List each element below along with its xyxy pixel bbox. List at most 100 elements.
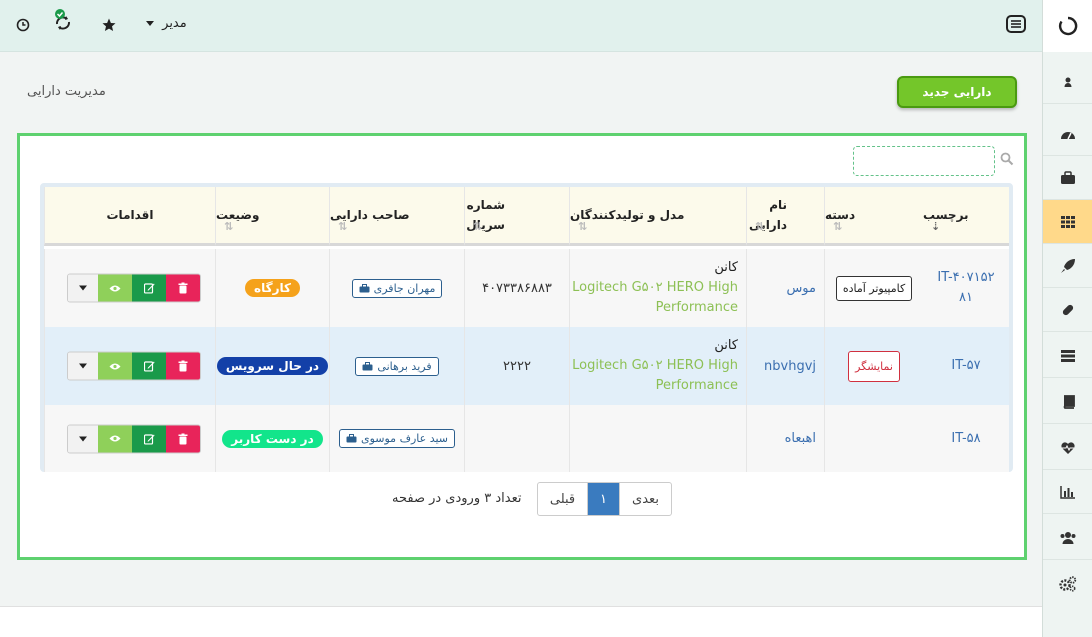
grid-icon[interactable] [1043,200,1092,244]
column-header-category[interactable]: دسته ⇅ [824,187,923,246]
sort-icon[interactable]: ⇅ [473,217,482,237]
app-logo[interactable] [1043,0,1092,52]
sync-icon[interactable] [52,9,74,32]
model-text: Logitech G۵۰۲ HERO High Performance [572,280,738,315]
more-dropdown-button[interactable] [68,425,98,452]
model-cell: کانن Logitech G۵۰۲ HERO High Performance [569,249,746,327]
user-icon[interactable] [1043,60,1092,104]
view-button[interactable] [98,425,132,452]
table-row: در دست کاربر سید عارف موسوی اهبعاه IT-۵۸ [44,405,1009,472]
sort-icon[interactable]: ⇣ [931,217,940,237]
column-header-tag[interactable]: برچسب ⇣ [923,187,1009,246]
view-button[interactable] [98,352,132,380]
book-icon[interactable] [1043,380,1092,424]
menu-icon[interactable] [1006,15,1028,35]
column-header-label: برچسب [923,208,969,222]
side-rail [1042,0,1092,637]
category-cell [824,405,923,472]
row-actions [67,351,201,381]
delete-button[interactable] [166,425,200,452]
prev-page-button[interactable]: قبلی [538,483,588,515]
category-badge: نمایشگر [848,350,900,382]
brand-text: کانن [714,260,738,275]
delete-button[interactable] [166,274,200,302]
dashboard-icon[interactable] [1043,112,1092,156]
star-icon[interactable] [98,14,120,36]
cogs-icon[interactable] [1043,562,1092,606]
current-page-button[interactable]: ۱ [588,483,619,515]
asset-tag-link[interactable]: IT-۴۰۷۱۵۲۸۱ [936,268,996,308]
sort-icon[interactable]: ⇅ [833,217,842,237]
status-badge: در حال سرویس [216,357,329,375]
search-input[interactable] [853,146,995,176]
owner-badge[interactable]: مهران جافری [351,278,443,298]
column-header-label: وضیعت [216,208,260,222]
status-cell: در دست کاربر [215,405,329,472]
owner-badge[interactable]: فرید برهانی [355,356,439,376]
next-page-button[interactable]: بعدی [619,483,671,515]
actions-cell [44,327,215,405]
server-icon[interactable] [1043,334,1092,378]
column-header-status[interactable]: وضیعت ⇅ [215,187,329,246]
new-asset-button[interactable]: دارایی جدید [897,76,1017,108]
users-icon[interactable] [1043,516,1092,560]
edit-button[interactable] [132,274,166,302]
column-header-label: اقدامات [106,208,154,222]
asset-tag-link[interactable]: IT-۵۸ [951,429,980,449]
briefcase-icon[interactable] [1043,156,1092,200]
briefcase-icon [346,434,357,443]
serial-cell: ۲۲۲۲ [464,327,569,405]
entries-info: تعداد ۳ ورودی در صفحه [392,491,522,506]
owner-name: فرید برهانی [377,359,432,373]
tag-cell: IT-۴۰۷۱۵۲۸۱ [923,249,1009,327]
delete-button[interactable] [166,352,200,380]
view-button[interactable] [98,274,132,302]
serial-cell: ۴۰۷۳۳۸۶۸۸۳ [464,249,569,327]
owner-cell: فرید برهانی [329,327,464,405]
search-icon [1000,152,1014,166]
brand-text: کانن [714,338,738,353]
more-dropdown-button[interactable] [68,274,98,302]
column-header-serial[interactable]: شماره سریال ⇅ [464,187,569,246]
category-badge: کامپیوتر آماده [835,275,913,301]
column-header-actions[interactable]: اقدامات [44,187,215,246]
asset-name-link[interactable]: اهبعاه [785,431,816,446]
heartbeat-icon[interactable] [1043,426,1092,470]
column-header-owner[interactable]: صاحب دارایی ⇅ [329,187,464,246]
column-header-label: نام دارایی [749,198,787,232]
status-cell: در حال سرویس [215,327,329,405]
asset-name-link[interactable]: موس [786,281,816,296]
sort-icon[interactable]: ⇅ [338,217,347,237]
pill-icon[interactable] [1043,288,1092,332]
clock-icon[interactable] [12,14,34,36]
sort-icon[interactable]: ⇅ [578,217,587,237]
sort-icon[interactable]: ⇅ [224,217,233,237]
tag-cell: IT-۵۷ [923,327,1009,405]
owner-badge[interactable]: سید عارف موسوی [338,429,456,448]
rocket-icon[interactable] [1043,244,1092,288]
row-actions [67,424,201,453]
name-cell: nbvhgvj [746,327,824,405]
status-badge: در دست کاربر [222,429,323,448]
asset-tag-link[interactable]: IT-۵۷ [951,356,980,376]
column-header-model[interactable]: مدل و تولیدکنندگان ⇅ [569,187,746,246]
category-cell: نمایشگر [824,327,923,405]
asset-name-link[interactable]: nbvhgvj [764,359,816,374]
assets-table: اقدامات وضیعت ⇅ صاحب دارایی ⇅ شماره سریا… [40,183,1013,472]
briefcase-icon [362,361,373,370]
briefcase-icon [359,283,370,292]
role-label: مدیر [162,16,187,31]
edit-button[interactable] [132,352,166,380]
serial-cell [464,405,569,472]
actions-cell [44,405,215,472]
role-dropdown[interactable]: مدیر [146,16,187,31]
more-dropdown-button[interactable] [68,352,98,380]
column-header-name[interactable]: نام دارایی ⇅ [746,187,824,246]
sort-icon[interactable]: ⇅ [755,217,764,237]
actions-cell [44,249,215,327]
pagination: قبلی ۱ بعدی [537,482,672,516]
model-cell: کانن Logitech G۵۰۲ HERO High Performance [569,327,746,405]
chevron-down-icon [146,21,154,26]
bar-chart-icon[interactable] [1043,470,1092,514]
edit-button[interactable] [132,425,166,452]
